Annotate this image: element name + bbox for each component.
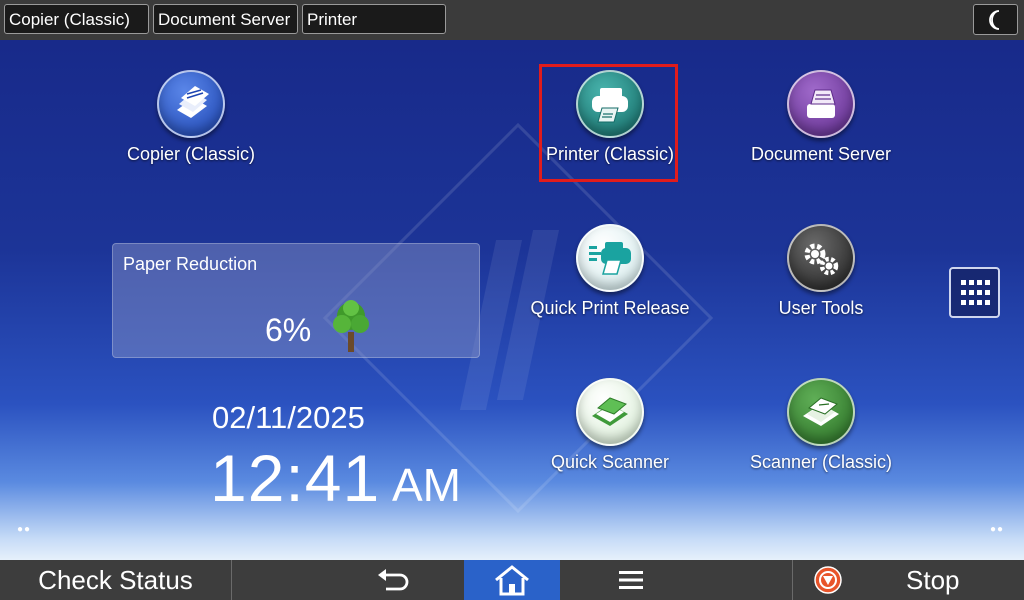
top-bar: Copier (Classic) Document Server Printer [0,0,1024,40]
tab-document-server[interactable]: Document Server [153,4,298,34]
home-screen: Copier (Classic) Printer (Classic) Docum [0,40,1024,560]
copier-icon [177,86,209,118]
document-server-icon [807,89,836,118]
page-indicator-right[interactable]: ●● [990,524,1004,535]
check-status-label: Check Status [38,564,193,595]
app-quick-scanner[interactable]: Quick Scanner [525,378,695,473]
quick-print-release-icon [589,242,631,275]
app-label: Quick Print Release [530,298,690,318]
bottom-bar: Check Status Stop [0,560,1024,600]
quick-scanner-icon [592,397,628,426]
selection-highlight [539,64,678,182]
tab-printer[interactable]: Printer [302,4,446,34]
home-button[interactable] [464,560,560,600]
paper-reduction-widget[interactable]: Paper Reduction 6% [112,243,480,358]
back-button[interactable] [358,560,428,600]
moon-icon [988,9,999,30]
menu-button[interactable] [596,560,666,600]
back-icon [378,569,409,591]
gears-icon [804,243,839,276]
app-label: Document Server [750,144,892,164]
app-user-tools[interactable]: User Tools [736,224,906,319]
app-quick-print-release[interactable]: Quick Print Release [525,224,695,319]
stop-icon [814,566,842,594]
menu-icon [619,571,643,589]
tab-copier-classic[interactable]: Copier (Classic) [4,4,149,34]
app-label: Quick Scanner [550,452,670,472]
app-scanner-classic[interactable]: Scanner (Classic) [736,378,906,473]
stop-button[interactable]: Stop [793,560,1024,600]
grid-icon [960,279,990,305]
home-icon [495,565,529,596]
app-label: Scanner (Classic) [749,452,893,472]
energy-saver-button[interactable] [973,4,1018,35]
am-pm-indicator: AM [392,459,461,511]
stop-label: Stop [906,565,960,595]
app-label: User Tools [778,298,864,318]
divider [231,560,232,600]
tree-icon [333,300,369,352]
app-label: Copier (Classic) [126,144,256,164]
scanner-icon [803,397,839,426]
app-copier-classic[interactable]: Copier (Classic) [106,70,276,165]
paper-reduction-title: Paper Reduction [123,254,258,274]
check-status-button[interactable]: Check Status [0,560,231,600]
paper-reduction-value: 6% [265,312,312,348]
current-date: 02/11/2025 [212,400,365,435]
app-list-button[interactable] [949,267,1000,318]
page-indicator-left[interactable]: ●● [17,524,31,535]
app-document-server[interactable]: Document Server [736,70,906,165]
current-time: 12:41 [210,441,381,515]
